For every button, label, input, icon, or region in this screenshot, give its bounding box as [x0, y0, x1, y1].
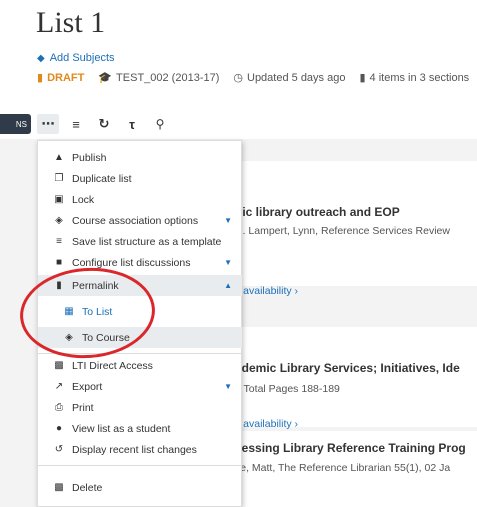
- updated-text: Updated 5 days ago: [247, 71, 346, 84]
- graduation-cap-icon: 🎓: [98, 72, 113, 84]
- menu-item-display-recent-changes[interactable]: ↺ Display recent list changes: [38, 439, 242, 460]
- item-citation: ., Total Pages 188-189: [235, 383, 340, 395]
- toolbar: NS ⋯ ≡ ↻ τ ⚲: [0, 113, 171, 135]
- list-meta: ▮ DRAFT 🎓 TEST_002 (2013-17) ◷ Updated 5…: [37, 71, 470, 85]
- menu-item-print[interactable]: ⎙ Print: [38, 397, 242, 418]
- more-options-button[interactable]: ⋯: [37, 114, 59, 134]
- chevron-up-icon: ▲: [224, 281, 232, 290]
- external-link-icon: ↗: [54, 381, 64, 392]
- item-citation: D. Lampert, Lynn, Reference Services Rev…: [235, 225, 450, 237]
- menu-divider: [38, 353, 242, 354]
- menu-item-duplicate-list[interactable]: ❐ Duplicate list: [38, 168, 242, 189]
- availability-link[interactable]: k availability ›: [235, 418, 298, 430]
- book-icon: ▮: [359, 72, 366, 84]
- list-item[interactable]: ademic Library Services; Initiatives, Id…: [235, 327, 477, 430]
- list-item[interactable]: nic library outreach and EOP D. Lampert,…: [235, 161, 477, 297]
- page: List 1 ◆ Add Subjects ▮ DRAFT 🎓 TEST_002…: [0, 0, 477, 507]
- menu-item-configure-list-discussions[interactable]: ■ Configure list discussions ▼: [38, 252, 242, 273]
- menu-item-delete[interactable]: ▩ Delete: [38, 477, 242, 498]
- megaphone-icon: ▲: [54, 152, 64, 163]
- chevron-down-icon: ▼: [224, 216, 232, 225]
- print-icon: ⎙: [55, 402, 63, 413]
- history-icon: ↺: [54, 444, 64, 455]
- menu-item-permalink[interactable]: ▮ Permalink ▲: [38, 275, 242, 296]
- trash-icon: ▩: [54, 482, 64, 493]
- list-view-button[interactable]: ≡: [65, 114, 87, 134]
- comments-icon: ■: [55, 257, 63, 268]
- lti-icon: ▩: [54, 360, 64, 371]
- menu-item-lock[interactable]: ▣ Lock: [38, 189, 242, 210]
- copy-icon: ❐: [54, 173, 64, 184]
- menu-item-view-as-student[interactable]: ● View list as a student: [38, 418, 242, 439]
- menu-item-export[interactable]: ↗ Export ▼: [38, 376, 242, 397]
- clock-icon: ◷: [233, 72, 243, 84]
- menu-item-to-course[interactable]: ◈ To Course: [38, 327, 242, 348]
- list-alt-icon: ▦: [64, 306, 74, 317]
- menu-item-course-association-options[interactable]: ◈ Course association options ▼: [38, 210, 242, 231]
- tag-icon: ◆: [37, 52, 45, 64]
- items-summary: 4 items in 3 sections: [369, 71, 470, 84]
- menu-item-publish[interactable]: ▲ Publish: [38, 147, 242, 168]
- list-icon: ≡: [56, 236, 62, 247]
- menu-divider: [38, 465, 242, 466]
- refresh-button[interactable]: ↻: [93, 114, 115, 134]
- add-subjects-link[interactable]: ◆ Add Subjects: [37, 52, 115, 64]
- item-title[interactable]: nic library outreach and EOP: [235, 205, 400, 219]
- document-icon: ▮: [37, 72, 44, 84]
- menu-item-lti-direct-access[interactable]: ▩ LTI Direct Access: [38, 355, 242, 376]
- item-title[interactable]: ademic Library Services; Initiatives, Id…: [235, 361, 460, 375]
- chevron-down-icon: ▼: [224, 382, 232, 391]
- menu-item-save-list-structure[interactable]: ≡ Save list structure as a template: [38, 231, 242, 252]
- more-options-menu: ▲ Publish ❐ Duplicate list ▣ Lock ◈ Cour…: [37, 140, 242, 507]
- list-item[interactable]: sessing Library Reference Training Prog …: [235, 431, 477, 507]
- graduation-cap-icon: ◈: [55, 215, 63, 226]
- filter-button[interactable]: τ: [121, 114, 143, 134]
- course-link[interactable]: TEST_002 (2013-17): [116, 72, 219, 84]
- item-citation: ce, Matt, The Reference Librarian 55(1),…: [235, 462, 451, 474]
- graduation-cap-icon: ◈: [65, 332, 73, 343]
- status-badge: DRAFT: [47, 71, 85, 84]
- lock-icon: ▣: [54, 194, 64, 205]
- search-button[interactable]: ⚲: [149, 114, 171, 134]
- chevron-down-icon: ▼: [224, 258, 232, 267]
- page-title: List 1: [36, 6, 106, 39]
- user-icon: ●: [55, 423, 63, 434]
- item-title[interactable]: sessing Library Reference Training Prog: [235, 441, 466, 455]
- add-subjects-label: Add Subjects: [49, 52, 115, 64]
- permalink-icon: ▮: [56, 280, 62, 291]
- availability-link[interactable]: k availability ›: [235, 285, 298, 297]
- sections-toggle-button[interactable]: NS: [0, 114, 31, 134]
- menu-item-to-list[interactable]: ▦ To List: [38, 301, 242, 322]
